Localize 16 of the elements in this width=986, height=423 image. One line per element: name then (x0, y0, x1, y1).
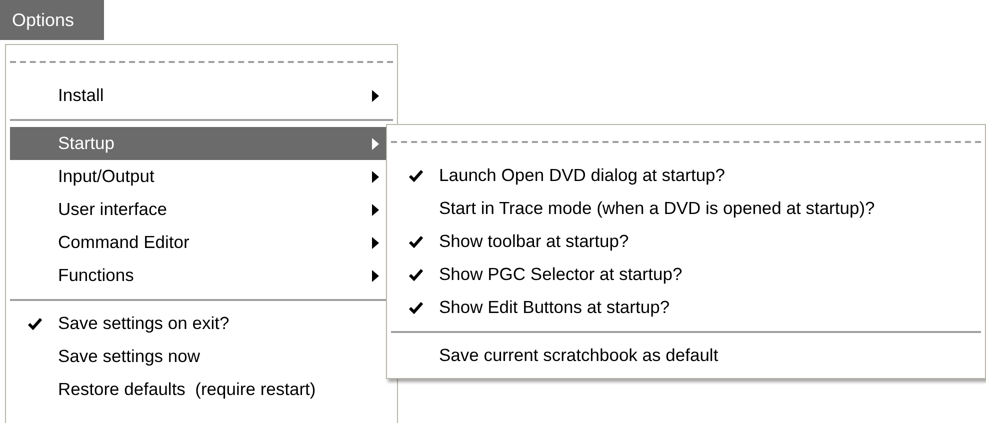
menu-item[interactable]: Show PGC Selector at startup? (391, 258, 981, 291)
menu-item[interactable]: Install (10, 79, 393, 112)
tear-off-line[interactable] (10, 61, 393, 63)
menu-title[interactable]: Options (0, 0, 104, 40)
menu-item[interactable]: Input/Output (10, 160, 393, 193)
menu-item[interactable]: Save current scratchbook as default (391, 339, 981, 372)
tear-off-line[interactable] (391, 141, 981, 143)
menu-item[interactable]: Start in Trace mode (when a DVD is opened at startup)? (391, 192, 981, 225)
menu-item[interactable]: User interface (10, 193, 393, 226)
menu-item[interactable]: Show toolbar at startup? (391, 225, 981, 258)
menu-item[interactable]: Launch Open DVD dialog at startup? (391, 159, 981, 192)
menu-item[interactable]: Save settings on exit? (10, 307, 393, 340)
menu-item[interactable]: Show Edit Buttons at startup? (391, 291, 981, 324)
menu-item[interactable]: Command Editor (10, 226, 393, 259)
menu-item[interactable]: Restore defaults (require restart) (10, 373, 393, 406)
menu-item[interactable]: Functions (10, 259, 393, 292)
